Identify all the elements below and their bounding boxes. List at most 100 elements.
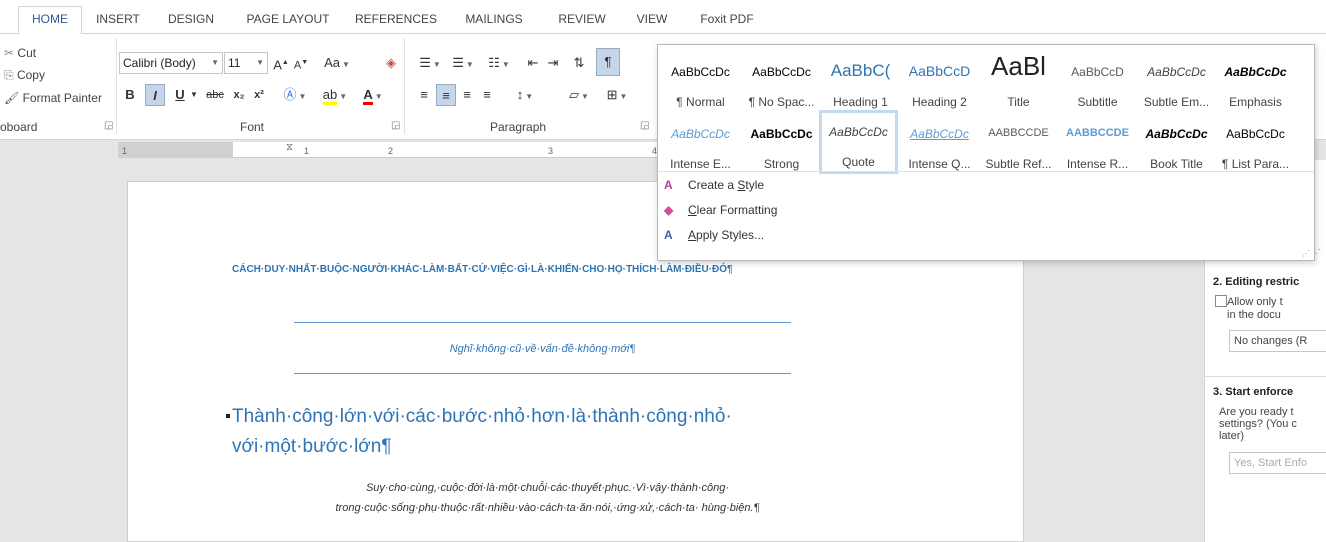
align-left-icon[interactable]: ≡ (415, 84, 433, 106)
tab-design[interactable]: DESIGN (162, 9, 220, 34)
tab-home[interactable]: HOME (18, 6, 82, 35)
scissors-icon: ✂ (4, 46, 15, 60)
style-sample: AaBbCcDc (1224, 65, 1287, 79)
doc-heading-1[interactable]: Thành·công·lớn·với·các·bước·nhỏ·hơn·là·t… (232, 402, 792, 462)
style-intense-quote[interactable]: AaBbCcDc Intense Q... (901, 113, 978, 171)
copy-button[interactable]: ⎘ Copy (4, 68, 45, 83)
tab-review[interactable]: REVIEW (552, 9, 612, 34)
doc-quote[interactable]: Suy·cho·cùng,·cuộc·đời·là·một·chuỗi·các·… (304, 478, 791, 518)
tab-foxit-pdf[interactable]: Foxit PDF (690, 9, 764, 34)
style-name: ¶ Normal (676, 95, 725, 109)
style-name: Title (1007, 95, 1030, 109)
superscript-button[interactable]: x² (250, 84, 268, 106)
tab-page-layout[interactable]: PAGE LAYOUT (238, 9, 338, 34)
font-size-value: 11 (228, 56, 241, 70)
apply-styles-menu-item[interactable]: A Apply Styles... (664, 223, 764, 247)
style-subtle-emphasis[interactable]: AaBbCcDc Subtle Em... (1138, 51, 1215, 109)
create-style-menu-item[interactable]: A Create a Style (664, 173, 764, 197)
style-emphasis[interactable]: AaBbCcDc Emphasis (1217, 51, 1294, 109)
change-case-button[interactable]: Aa ▼ (320, 52, 354, 74)
copy-icon: ⎘ (4, 68, 14, 82)
style-normal[interactable]: AaBbCcDc ¶ Normal (662, 51, 739, 109)
text-effects-icon[interactable]: Ⓐ ▼ (280, 84, 310, 106)
editing-type-select[interactable]: No changes (R (1229, 330, 1326, 352)
strikethrough-button[interactable]: abc (203, 84, 227, 106)
start-enforcing-button[interactable]: Yes, Start Enfo (1229, 452, 1326, 474)
show-formatting-button[interactable]: ¶ (596, 48, 620, 76)
style-heading-2[interactable]: AaBbCcD Heading 2 (901, 51, 978, 109)
font-color-icon[interactable]: A ▼ (356, 84, 390, 106)
allow-only-checkbox[interactable] (1215, 295, 1227, 307)
styles-gallery: AaBbCcDc ¶ Normal AaBbCcDc ¶ No Spac... … (657, 44, 1315, 261)
style-name: ¶ List Para... (1221, 157, 1290, 171)
start-enforcement-heading: 3. Start enforce (1213, 386, 1294, 398)
style-subtitle[interactable]: AaBbCcD Subtitle (1059, 51, 1136, 109)
doc-heading[interactable]: CÁCH·DUY·NHẤT·BUỘC·NGƯỜI·KHÁC·LÀM·BẤT·CỨ… (232, 262, 832, 278)
style-quote[interactable]: AaBbCcDc Quote (819, 110, 898, 174)
justify-icon[interactable]: ≡ (478, 84, 496, 106)
ribbon-tab-bar: HOME INSERT DESIGN PAGE LAYOUT REFERENCE… (0, 0, 1326, 35)
resize-grip-icon[interactable]: ⋰ (1302, 249, 1310, 258)
increase-indent-icon[interactable]: ⇥ (544, 52, 562, 74)
style-list-paragraph[interactable]: AaBbCcDc ¶ List Para... (1217, 113, 1294, 171)
style-sample: AaBbCcDc (750, 127, 813, 141)
divider (294, 322, 791, 323)
tab-insert[interactable]: INSERT (92, 9, 144, 34)
clear-formatting-menu-item[interactable]: ◆ Clear Formatting (664, 198, 777, 222)
align-center-icon[interactable]: ≡ (436, 84, 456, 106)
divider (658, 171, 1314, 172)
tab-view[interactable]: VIEW (630, 9, 674, 34)
grow-font-button[interactable]: A▲ (272, 52, 290, 74)
bold-button[interactable]: B (122, 84, 138, 106)
align-right-icon[interactable]: ≡ (458, 84, 476, 106)
create-style-icon: A (664, 178, 673, 192)
chevron-down-icon: ▼ (211, 58, 219, 67)
italic-button[interactable]: I (145, 84, 165, 106)
clear-formatting-icon[interactable]: ◈ (380, 52, 402, 74)
style-title[interactable]: AaBl Title (980, 51, 1057, 109)
shading-icon[interactable]: ▱ ▼ (562, 84, 596, 106)
indent-marker-icon[interactable]: ⧖ (286, 142, 293, 153)
chevron-down-icon[interactable]: ▼ (188, 84, 200, 106)
horizontal-ruler[interactable]: 1 1 2 3 4 ⧖ (118, 142, 658, 158)
underline-button[interactable]: U (172, 84, 188, 106)
format-painter-button[interactable]: 🖌 Format Painter (4, 91, 102, 105)
bullet-marker (226, 414, 230, 418)
font-size-box[interactable]: 11 ▼ (224, 52, 268, 74)
style-strong[interactable]: AaBbCcDc Strong (743, 113, 820, 171)
style-name: Intense E... (670, 157, 731, 171)
menu-text: pply Styles... (696, 228, 765, 242)
font-name-box[interactable]: Calibri (Body) ▼ (119, 52, 223, 74)
multilevel-list-icon[interactable]: ☷ ▼ (482, 52, 516, 74)
ruler-mark: 1 (122, 146, 128, 156)
ruler-mark: 2 (388, 146, 394, 156)
clipboard-launcher-icon[interactable]: ◲ (104, 120, 113, 131)
font-name-value: Calibri (Body) (123, 56, 196, 70)
cut-button[interactable]: ✂ Cut (4, 46, 36, 60)
cut-label: Cut (17, 46, 37, 60)
style-intense-reference[interactable]: AABBCCDE Intense R... (1059, 113, 1136, 171)
separator (116, 38, 117, 134)
numbering-icon[interactable]: ☰ ▼ (448, 52, 478, 74)
sort-icon[interactable]: ⇅ (570, 52, 588, 74)
subscript-button[interactable]: x₂ (230, 84, 248, 106)
bullets-icon[interactable]: ☰ ▼ (415, 52, 445, 74)
enforcement-question-3: later) (1219, 430, 1245, 442)
tab-references[interactable]: REFERENCES (352, 9, 440, 34)
decrease-indent-icon[interactable]: ⇤ (524, 52, 542, 74)
style-no-spacing[interactable]: AaBbCcDc ¶ No Spac... (743, 51, 820, 109)
borders-icon[interactable]: ⊞ ▼ (600, 84, 634, 106)
highlight-color-icon[interactable]: ab ▼ (318, 84, 352, 106)
style-intense-emphasis[interactable]: AaBbCcDc Intense E... (662, 113, 739, 171)
tab-mailings[interactable]: MAILINGS (458, 9, 530, 34)
style-subtle-reference[interactable]: AABBCCDE Subtle Ref... (980, 113, 1057, 171)
style-name: Subtle Em... (1143, 95, 1210, 109)
style-heading-1[interactable]: AaBbC( Heading 1 (822, 51, 899, 109)
font-launcher-icon[interactable]: ◲ (391, 120, 400, 131)
paragraph-launcher-icon[interactable]: ◲ (640, 120, 649, 131)
shrink-font-button[interactable]: A▼ (292, 52, 310, 74)
doc-subtitle[interactable]: Nghĩ·không·cũ·về·vấn·đề·không·mới¶ (294, 343, 791, 355)
line-spacing-icon[interactable]: ↕ ▼ (510, 84, 540, 106)
copy-label: Copy (16, 68, 45, 82)
style-book-title[interactable]: AaBbCcDc Book Title (1138, 113, 1215, 171)
